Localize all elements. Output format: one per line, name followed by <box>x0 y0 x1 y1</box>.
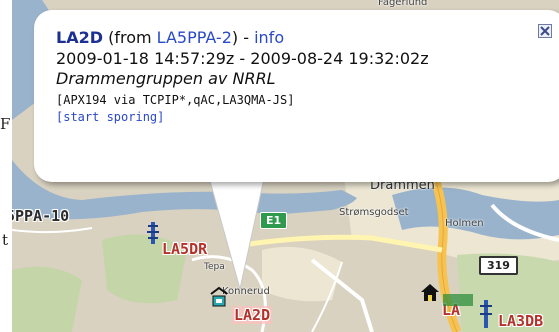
house-icon[interactable] <box>420 282 440 302</box>
station-label-la2d[interactable]: LA2D <box>232 306 273 324</box>
road-shield-e18: E1 <box>260 212 288 229</box>
close-button[interactable] <box>538 24 552 38</box>
map-label-stromsgodset: Strømsgodset <box>339 207 409 218</box>
popup-separator: - <box>238 28 255 47</box>
page-text-fragment: F <box>0 115 11 133</box>
map-viewport[interactable]: Drammen Strømsgodset Holmen Tepa Konneru… <box>12 0 559 332</box>
popup-content: LA2D (from LA5PPA-2) - info 2009-01-18 1… <box>56 28 536 125</box>
map-label-tepa: Tepa <box>204 262 225 272</box>
station-label-5ppa-10[interactable]: 5PPA-10 <box>12 207 69 225</box>
map-label-fagerlund: Fagerlund <box>378 0 428 8</box>
station-label-la5dr[interactable]: LA5DR <box>162 240 207 258</box>
antenna-icon[interactable] <box>146 220 160 246</box>
road-shield-319: 319 <box>479 256 518 275</box>
map-label-konnerud: Konnerud <box>222 286 270 297</box>
digipeater-icon[interactable] <box>479 298 493 328</box>
popup-comment: Drammengruppen av NRRL <box>56 69 276 88</box>
close-icon[interactable] <box>539 25 551 37</box>
station-info-popup: LA2D (from LA5PPA-2) - info 2009-01-18 1… <box>34 10 559 182</box>
map-label-holmen: Holmen <box>445 218 484 229</box>
popup-from-callsign-link[interactable]: LA5PPA-2 <box>157 28 232 47</box>
page-margin <box>0 0 12 332</box>
popup-callsign: LA2D <box>56 28 103 47</box>
popup-path: [APX194 via TCPIP*,qAC,LA3QMA-JS] <box>56 93 295 107</box>
weather-station-icon[interactable] <box>210 286 228 308</box>
station-marker-icon[interactable] <box>443 294 473 306</box>
start-tracking-link[interactable]: [start sporing] <box>56 110 164 124</box>
station-label-la3db[interactable]: LA3DB <box>498 312 543 330</box>
popup-info-link[interactable]: info <box>254 28 284 47</box>
popup-time-range: 2009-01-18 14:57:29z - 2009-08-24 19:32:… <box>56 49 429 68</box>
popup-from-prefix: (from <box>108 28 157 47</box>
popup-header: LA2D (from LA5PPA-2) - info <box>56 28 536 48</box>
page-text-fragment: t <box>2 231 9 249</box>
